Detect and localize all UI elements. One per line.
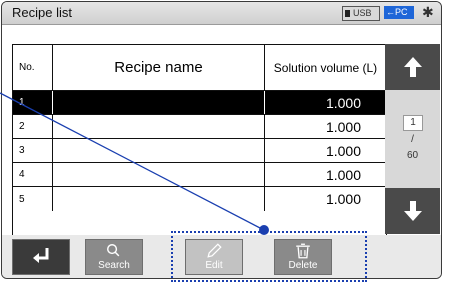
callout-leader-line: [0, 92, 269, 235]
